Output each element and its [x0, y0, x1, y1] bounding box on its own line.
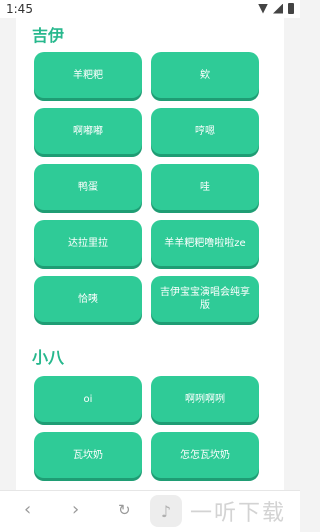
sound-button[interactable]: 哼嗯 — [151, 108, 259, 154]
sound-button[interactable]: 怎怎瓦坎奶 — [151, 432, 259, 478]
sound-button[interactable]: 恰咦 — [34, 276, 142, 322]
forward-icon[interactable]: › — [72, 499, 79, 520]
section-title-jiyi: 吉伊 — [32, 26, 65, 45]
sound-button[interactable]: 瓦坎奶 — [34, 432, 142, 478]
sound-button[interactable]: 达拉里拉 — [34, 220, 142, 266]
watermark-text: 一听下载 — [190, 501, 287, 526]
music-note-icon: ♪ — [150, 495, 182, 527]
sound-button[interactable]: 羊粑粑 — [34, 52, 142, 98]
signal-icon — [273, 3, 283, 14]
status-bar: 1:45 — [0, 0, 300, 18]
sound-button[interactable]: oi — [34, 376, 142, 422]
battery-icon — [288, 3, 294, 14]
status-time: 1:45 — [6, 2, 33, 16]
wifi-icon — [258, 3, 268, 14]
back-icon[interactable]: ‹ — [24, 499, 31, 520]
watermark: ♪ 一听下载 — [150, 493, 300, 529]
refresh-icon[interactable]: ↻ — [118, 501, 131, 519]
sound-button[interactable]: 哇 — [151, 164, 259, 210]
content-card: 吉伊 羊粑粑 欸 啊嘟嘟 哼嗯 鸭蛋 哇 达拉里拉 羊羊粑粑噜啦啦ze 恰咦 吉… — [16, 18, 284, 490]
bottom-nav-bar: ‹ › ↻ ♪ 一听下载 — [0, 490, 300, 532]
sound-button[interactable]: 啊嘟嘟 — [34, 108, 142, 154]
status-icons — [258, 3, 294, 14]
section-title-xiaoba: 小八 — [32, 348, 65, 367]
sound-button[interactable]: 欸 — [151, 52, 259, 98]
sound-button[interactable]: 啊咧啊咧 — [151, 376, 259, 422]
sound-button[interactable]: 吉伊宝宝演唱会纯享版 — [151, 276, 259, 322]
sound-button[interactable]: 羊羊粑粑噜啦啦ze — [151, 220, 259, 266]
sound-button[interactable]: 鸭蛋 — [34, 164, 142, 210]
